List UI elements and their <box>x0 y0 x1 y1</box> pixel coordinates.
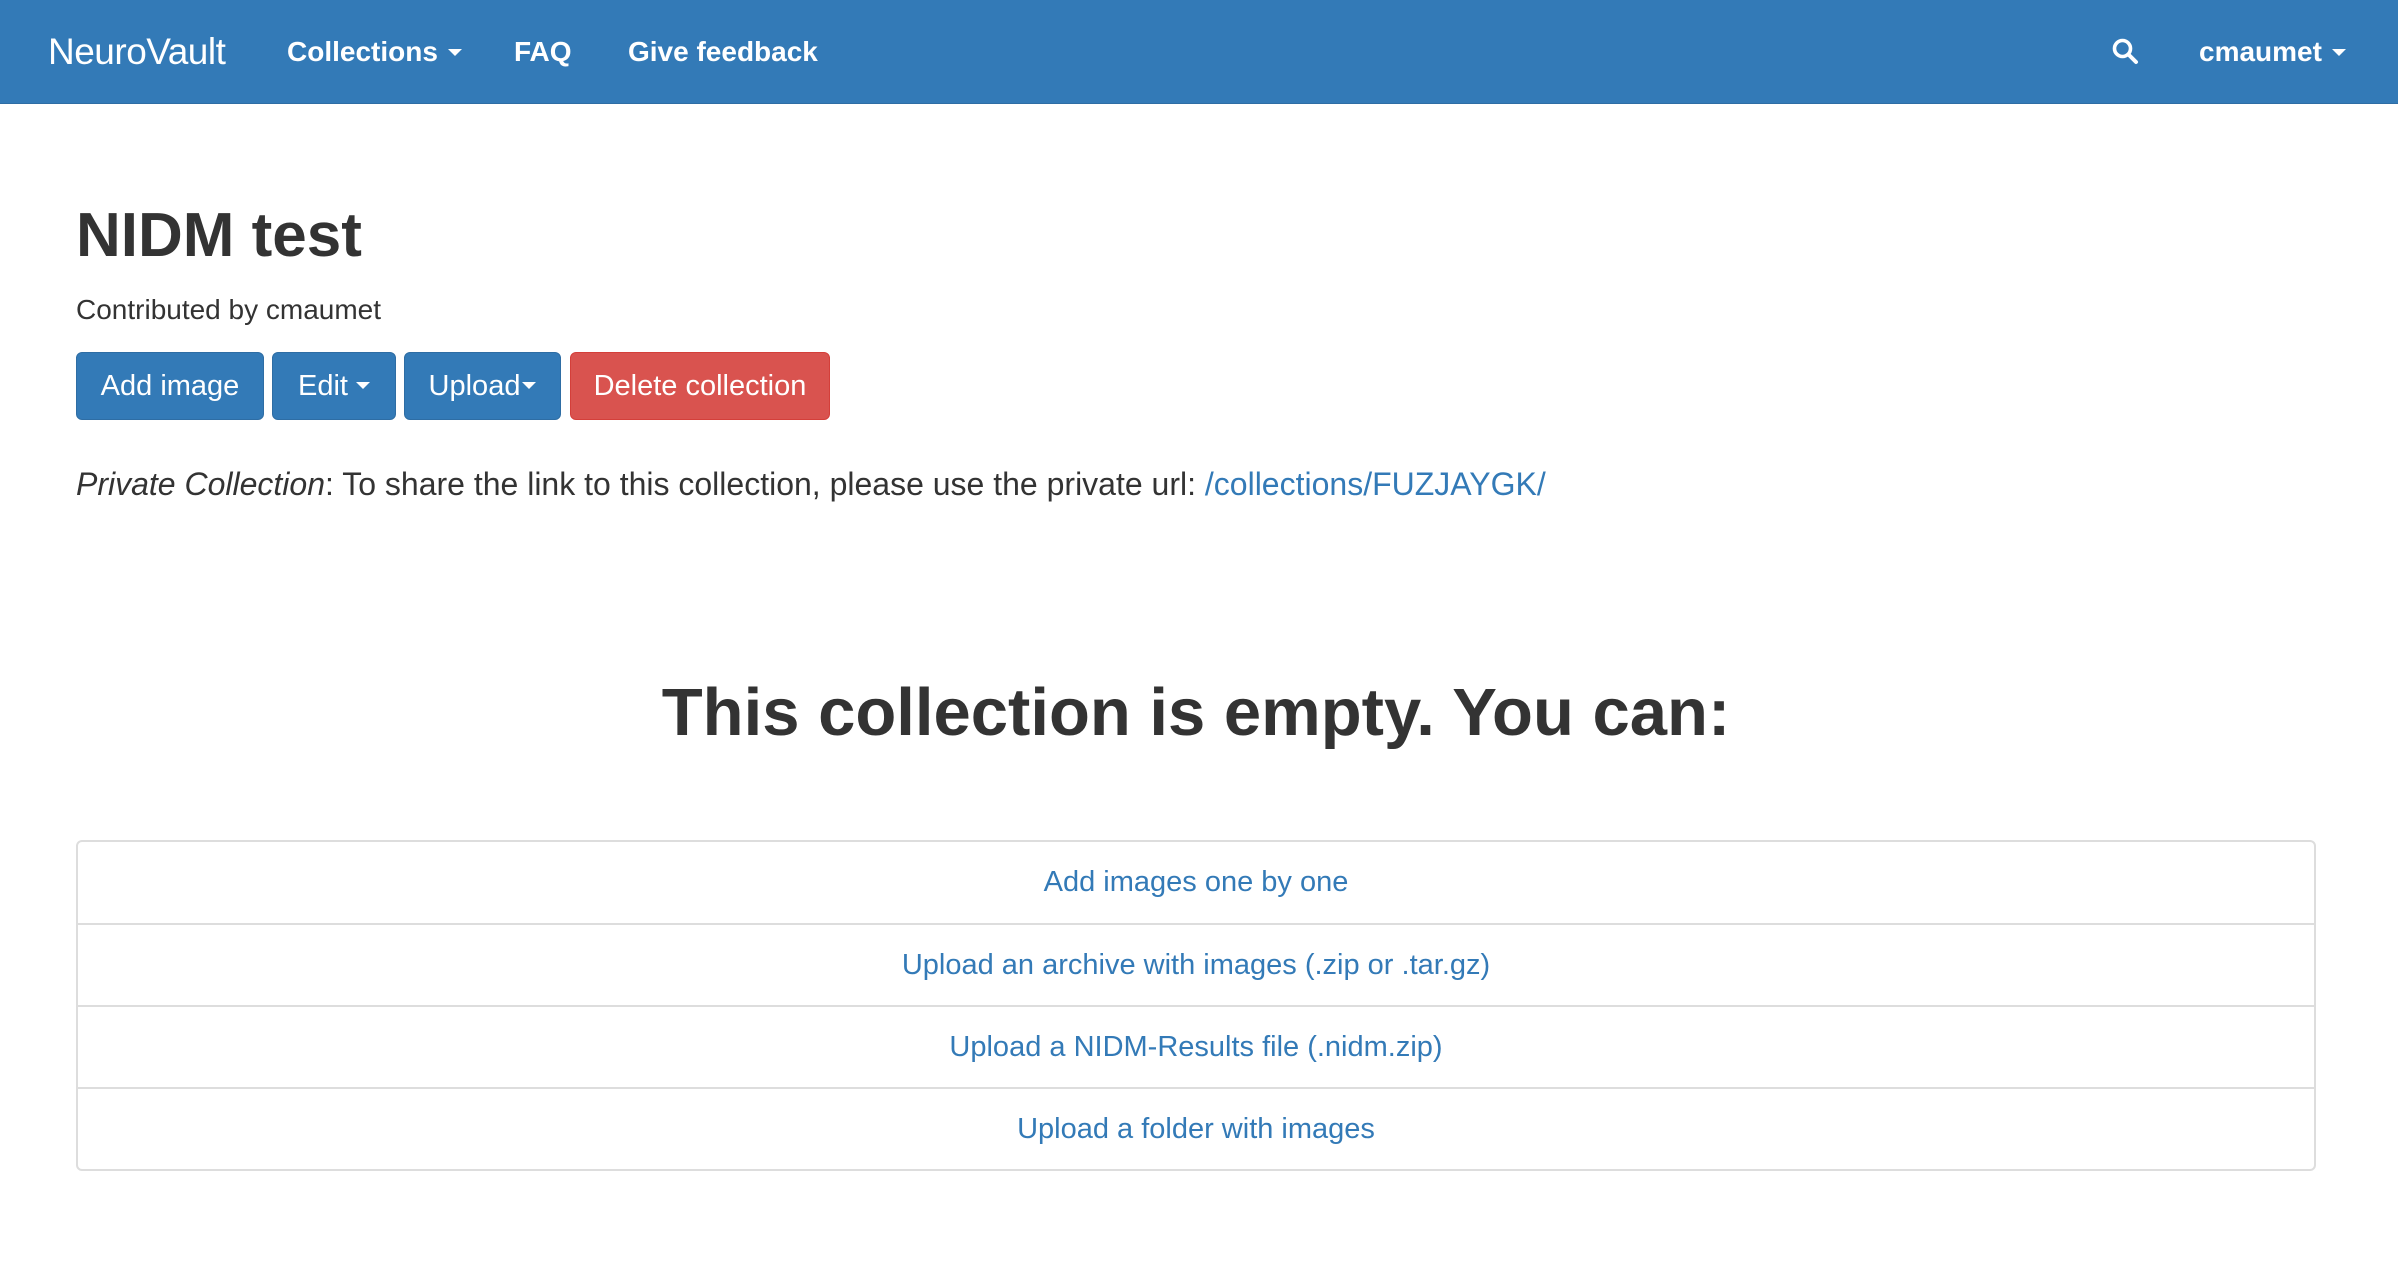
upload-dropdown-button[interactable]: Upload <box>404 352 561 420</box>
private-collection-text: : To share the link to this collection, … <box>325 466 1205 502</box>
nav-faq[interactable]: FAQ <box>514 0 572 104</box>
edit-dropdown-button[interactable]: Edit <box>272 352 396 420</box>
nav-give-feedback[interactable]: Give feedback <box>628 0 818 104</box>
edit-button-label: Edit <box>298 370 348 402</box>
user-menu-dropdown[interactable]: cmaumet <box>2199 0 2346 104</box>
collection-title: NIDM test <box>76 201 362 270</box>
add-image-button[interactable]: Add image <box>76 352 264 420</box>
search-icon[interactable] <box>2110 36 2140 66</box>
top-navbar: NeuroVault Collections FAQ Give feedback… <box>0 0 2398 104</box>
upload-folder-link[interactable]: Upload a folder with images <box>78 1087 2314 1169</box>
nav-collections-label: Collections <box>287 36 438 67</box>
upload-archive-link[interactable]: Upload an archive with images (.zip or .… <box>78 923 2314 1005</box>
user-name: cmaumet <box>2199 36 2322 67</box>
nav-collections-dropdown[interactable]: Collections <box>287 0 462 104</box>
caret-down-icon <box>522 382 537 390</box>
caret-down-icon <box>2331 48 2346 56</box>
caret-down-icon <box>355 382 370 390</box>
add-images-one-by-one-link[interactable]: Add images one by one <box>78 842 2314 923</box>
empty-options-list: Add images one by one Upload an archive … <box>76 840 2316 1171</box>
upload-nidm-results-link[interactable]: Upload a NIDM-Results file (.nidm.zip) <box>78 1005 2314 1087</box>
delete-collection-button[interactable]: Delete collection <box>570 352 830 420</box>
private-collection-label: Private Collection <box>76 466 325 502</box>
upload-button-label: Upload <box>428 370 521 402</box>
caret-down-icon <box>447 48 462 56</box>
contributed-by: Contributed by cmaumet <box>76 294 382 325</box>
brand-logo[interactable]: NeuroVault <box>48 0 226 104</box>
private-collection-note: Private Collection: To share the link to… <box>76 462 1546 506</box>
private-url-link[interactable]: /collections/FUZJAYGK/ <box>1205 466 1546 502</box>
empty-collection-heading: This collection is empty. You can: <box>661 675 1731 750</box>
